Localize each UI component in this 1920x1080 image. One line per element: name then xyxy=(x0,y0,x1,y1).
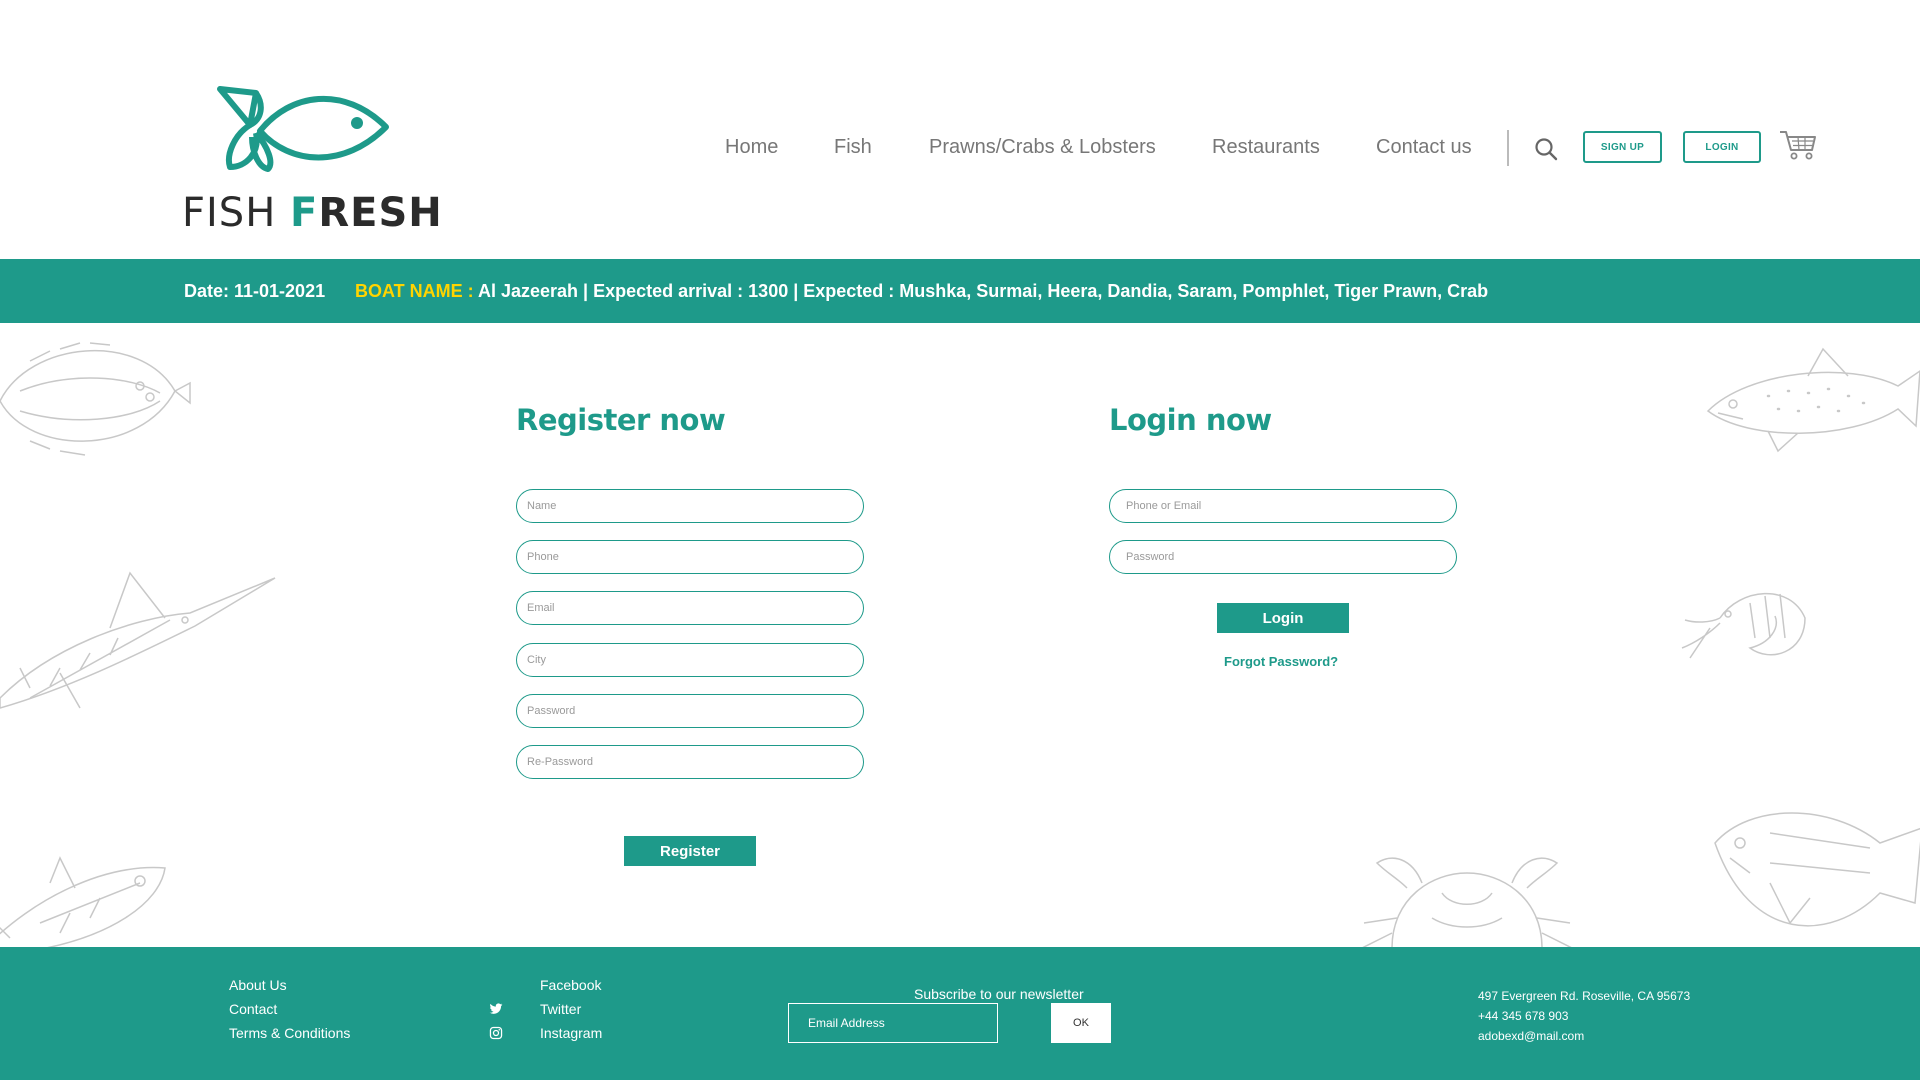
nav-item-fish[interactable]: Fish xyxy=(834,136,872,159)
site-header: FISH FRESH Home Fish Prawns/Crabs & Lobs… xyxy=(0,0,1920,259)
cart-icon[interactable] xyxy=(1778,128,1818,162)
register-name-field[interactable] xyxy=(516,489,864,523)
instagram-icon[interactable] xyxy=(489,1026,503,1040)
register-title: Register now xyxy=(516,403,726,437)
twitter-icon[interactable] xyxy=(489,1002,503,1016)
nav-item-contact-us[interactable]: Contact us xyxy=(1376,136,1472,159)
ticker-details: Al Jazeerah | Expected arrival : 1300 | … xyxy=(478,281,1489,301)
footer-social-facebook[interactable]: Facebook xyxy=(540,977,601,993)
login-password-field[interactable] xyxy=(1109,540,1457,574)
register-phone-field[interactable] xyxy=(516,540,864,574)
forgot-password-link[interactable]: Forgot Password? xyxy=(1224,654,1338,669)
footer-link-about[interactable]: About Us xyxy=(229,977,287,993)
logo-word-fish: FISH xyxy=(182,190,277,236)
register-password-field[interactable] xyxy=(516,694,864,728)
login-submit-button[interactable]: Login xyxy=(1217,603,1349,633)
nav-divider xyxy=(1507,130,1509,166)
swordfish-sketch xyxy=(0,558,280,718)
login-title: Login now xyxy=(1109,403,1272,437)
auth-section: Register now Register Login now Login Fo… xyxy=(0,323,1920,947)
footer-link-terms[interactable]: Terms & Conditions xyxy=(229,1025,350,1041)
footer-social-twitter[interactable]: Twitter xyxy=(540,1001,581,1017)
tuna-sketch xyxy=(0,843,180,947)
newsletter-label: Subscribe to our newsletter xyxy=(914,986,1084,1002)
ticker-boat-label: BOAT NAME : xyxy=(355,281,474,301)
footer-link-contact[interactable]: Contact xyxy=(229,1001,277,1017)
crab-sketch xyxy=(1352,838,1577,947)
login-phone-email-field[interactable] xyxy=(1109,489,1457,523)
search-icon[interactable] xyxy=(1534,137,1558,161)
prawn-sketch xyxy=(1680,578,1810,673)
boat-arrival-ticker: Date: 11-01-2021 BOAT NAME : Al Jazeerah… xyxy=(0,259,1920,323)
login-button[interactable]: LOGIN xyxy=(1683,131,1761,163)
trout-sketch xyxy=(1698,341,1920,456)
register-city-field[interactable] xyxy=(516,643,864,677)
nav-item-restaurants[interactable]: Restaurants xyxy=(1212,136,1320,159)
register-email-field[interactable] xyxy=(516,591,864,625)
footer-social-instagram[interactable]: Instagram xyxy=(540,1025,602,1041)
logo-word-fresh: FRESH xyxy=(290,190,443,236)
ticker-boat-info: BOAT NAME : Al Jazeerah | Expected arriv… xyxy=(355,281,1488,302)
register-repassword-field[interactable] xyxy=(516,745,864,779)
flounder-sketch xyxy=(0,331,195,461)
logo-fresh-rest: RESH xyxy=(318,190,443,236)
pomfret-sketch xyxy=(1710,803,1920,947)
footer-address: 497 Evergreen Rd. Roseville, CA 95673 xyxy=(1478,989,1691,1003)
footer-phone: +44 345 678 903 xyxy=(1478,1009,1569,1023)
newsletter-email-input[interactable] xyxy=(788,1003,998,1043)
logo-fresh-initial: F xyxy=(290,190,319,236)
site-footer: About Us Contact Terms & Conditions Face… xyxy=(0,947,1920,1080)
footer-email[interactable]: adobexd@mail.com xyxy=(1478,1029,1584,1043)
register-button[interactable]: Register xyxy=(624,836,756,866)
newsletter-ok-button[interactable]: OK xyxy=(1051,1003,1111,1043)
signup-button[interactable]: SIGN UP xyxy=(1583,131,1662,163)
nav-item-home[interactable]: Home xyxy=(725,136,778,159)
nav-item-prawns-crabs-lobsters[interactable]: Prawns/Crabs & Lobsters xyxy=(929,136,1156,159)
logo-wordmark: FISH FRESH xyxy=(182,193,443,233)
ticker-date: Date: 11-01-2021 xyxy=(184,281,326,301)
